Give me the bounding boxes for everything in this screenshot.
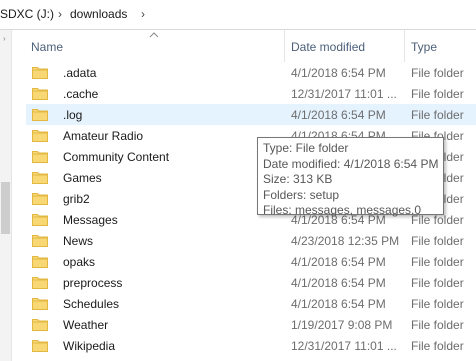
folder-icon [32, 319, 48, 331]
folder-icon [32, 130, 48, 142]
file-date-modified: 4/1/2018 6:54 PM [291, 276, 386, 290]
column-header-name[interactable]: Name [31, 40, 63, 54]
file-date-modified: 12/31/2017 11:01 ... [291, 87, 397, 101]
table-row[interactable]: .cache 12/31/2017 11:01 ... File folder [26, 83, 476, 104]
column-header-type[interactable]: Type [411, 40, 437, 54]
tooltip-size: Size: 313 KB [263, 172, 333, 186]
file-name: Games [63, 171, 102, 185]
file-name: Weather [63, 318, 109, 332]
folder-icon [32, 193, 48, 205]
table-row[interactable]: Weather 1/19/2017 9:08 PM File folder [26, 314, 476, 335]
file-date-modified: 1/19/2017 9:08 PM [291, 318, 393, 332]
table-row[interactable]: opaks 4/1/2018 6:54 PM File folder [26, 251, 476, 272]
column-header: Name Date modified Type [12, 30, 476, 62]
tooltip-files: Files: messages, messages.0 [263, 203, 422, 217]
expand-arrow-icon[interactable]: › [3, 35, 9, 43]
sort-ascending-icon [149, 32, 159, 38]
file-name: News [63, 234, 94, 248]
file-name: preprocess [63, 276, 123, 290]
folder-icon [32, 256, 48, 268]
nav-scrollbar-thumb[interactable] [1, 182, 10, 234]
file-date-modified: 4/1/2018 6:54 PM [291, 297, 386, 311]
table-row[interactable]: .log 4/1/2018 6:54 PM File folder [26, 104, 476, 125]
file-type: File folder [411, 87, 464, 101]
folder-icon [32, 172, 48, 184]
file-date-modified: 4/1/2018 6:54 PM [291, 108, 386, 122]
folder-info-tooltip: Type: File folder Date modified: 4/1/201… [257, 137, 444, 217]
file-date-modified: 12/31/2017 11:01 ... [291, 339, 397, 353]
file-date-modified: 4/1/2018 6:54 PM [291, 66, 386, 80]
file-name: Schedules [63, 297, 120, 311]
column-header-date-modified[interactable]: Date modified [291, 40, 365, 54]
folder-icon [32, 67, 48, 79]
breadcrumb-folder[interactable]: downloads [70, 7, 127, 21]
breadcrumb-drive[interactable]: SDXC (J:) [0, 7, 54, 21]
tooltip-type: Type: File folder [263, 141, 349, 155]
file-name: opaks [63, 255, 96, 269]
breadcrumb-separator-icon[interactable]: › [58, 7, 62, 21]
file-type: File folder [411, 276, 464, 290]
folder-icon [32, 277, 48, 289]
file-name: grib2 [63, 192, 90, 206]
file-type: File folder [411, 339, 464, 353]
file-type: File folder [411, 255, 464, 269]
table-row[interactable]: .adata 4/1/2018 6:54 PM File folder [26, 62, 476, 83]
folder-icon [32, 109, 48, 121]
table-row[interactable]: Schedules 4/1/2018 6:54 PM File folder [26, 293, 476, 314]
folder-icon [32, 151, 48, 163]
folder-icon [32, 298, 48, 310]
breadcrumb-chevron-icon[interactable]: › [141, 7, 145, 21]
tooltip-folders: Folders: setup [263, 187, 340, 202]
folder-icon [32, 214, 48, 226]
file-name: Community Content [63, 150, 170, 164]
file-type: File folder [411, 108, 464, 122]
file-date-modified: 4/23/2018 12:35 PM [291, 234, 400, 248]
file-name: Amateur Radio [63, 129, 144, 143]
address-bar[interactable]: SDXC (J:) › downloads › [0, 0, 476, 30]
file-name: .adata [63, 66, 97, 80]
file-type: File folder [411, 66, 464, 80]
table-row[interactable]: preprocess 4/1/2018 6:54 PM File folder [26, 272, 476, 293]
table-row[interactable]: Wikipedia 12/31/2017 11:01 ... File folder [26, 335, 476, 356]
folder-icon [32, 235, 48, 247]
file-name: Wikipedia [63, 339, 116, 353]
file-type: File folder [411, 234, 464, 248]
table-row[interactable]: News 4/23/2018 12:35 PM File folder [26, 230, 476, 251]
folder-icon [32, 340, 48, 352]
navigation-pane[interactable]: › [0, 30, 12, 361]
file-name: .log [63, 108, 83, 122]
folder-icon [32, 88, 48, 100]
column-divider[interactable] [404, 30, 405, 62]
file-date-modified: 4/1/2018 6:54 PM [291, 255, 386, 269]
file-name: .cache [63, 87, 99, 101]
column-divider[interactable] [284, 30, 285, 62]
file-type: File folder [411, 318, 464, 332]
file-type: File folder [411, 297, 464, 311]
file-name: Messages [63, 213, 118, 227]
tooltip-date-modified: Date modified: 4/1/2018 6:54 PM [263, 156, 439, 171]
